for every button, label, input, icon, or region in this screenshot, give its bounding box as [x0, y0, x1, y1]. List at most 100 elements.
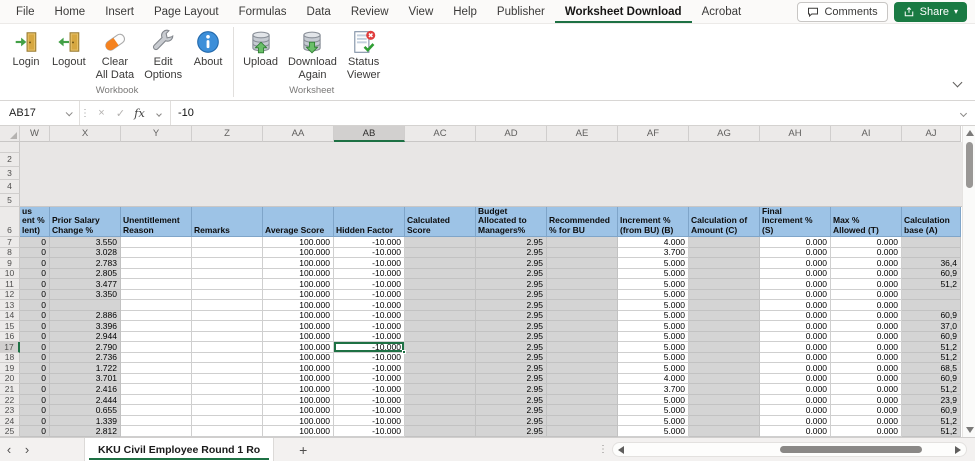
row-header-17[interactable]: 17	[0, 342, 20, 353]
cell-X19[interactable]: 1.722	[50, 363, 121, 374]
cell-W20[interactable]: 0	[20, 374, 50, 385]
tab-page-layout[interactable]: Page Layout	[144, 0, 229, 23]
row-header-24[interactable]: 24	[0, 416, 20, 427]
cell-AJ17[interactable]: 51,2	[902, 342, 961, 353]
cell-AG15[interactable]	[689, 321, 760, 332]
cell-AH12[interactable]: 0.000	[760, 290, 831, 301]
cell-AB10[interactable]: -10.000	[334, 269, 405, 280]
cell-Z7[interactable]	[192, 237, 263, 248]
cell-X25[interactable]: 2.812	[50, 426, 121, 437]
cell-AI12[interactable]: 0.000	[831, 290, 902, 301]
tab-insert[interactable]: Insert	[95, 0, 144, 23]
cell-AC22[interactable]	[405, 395, 476, 406]
cell-AC7[interactable]	[405, 237, 476, 248]
cell-AC13[interactable]	[405, 300, 476, 311]
edit-button[interactable]: Edit Options	[140, 27, 186, 81]
tab-publisher[interactable]: Publisher	[487, 0, 555, 23]
cell-X14[interactable]: 2.886	[50, 311, 121, 322]
previous-sheet-button[interactable]: ‹	[0, 438, 18, 461]
cell-AG17[interactable]	[689, 342, 760, 353]
header-cell-Z[interactable]: Remarks	[192, 207, 263, 237]
cell-Y22[interactable]	[121, 395, 192, 406]
cell-AH9[interactable]: 0.000	[760, 258, 831, 269]
cell-AJ11[interactable]: 51,2	[902, 279, 961, 290]
cell-AB21[interactable]: -10.000	[334, 384, 405, 395]
cell-AA20[interactable]: 100.000	[263, 374, 334, 385]
header-cell-AF[interactable]: Increment % (from BU) (B)	[618, 207, 689, 237]
cell-AE8[interactable]	[547, 248, 618, 259]
logout-button[interactable]: Logout	[48, 27, 90, 69]
cell-AJ15[interactable]: 37,0	[902, 321, 961, 332]
cell-AB20[interactable]: -10.000	[334, 374, 405, 385]
cell-AH25[interactable]: 0.000	[760, 426, 831, 437]
cell-X7[interactable]: 3.550	[50, 237, 121, 248]
column-header-AJ[interactable]: AJ	[902, 126, 961, 142]
cell-W22[interactable]: 0	[20, 395, 50, 406]
cell-Z12[interactable]	[192, 290, 263, 301]
cell-AC16[interactable]	[405, 332, 476, 343]
cell-AD15[interactable]: 2.95	[476, 321, 547, 332]
cell-AH19[interactable]: 0.000	[760, 363, 831, 374]
cell-AB24[interactable]: -10.000	[334, 416, 405, 427]
cell-AD25[interactable]: 2.95	[476, 426, 547, 437]
cell-Y13[interactable]	[121, 300, 192, 311]
cell-Y23[interactable]	[121, 405, 192, 416]
sheetbar-splitter[interactable]: ⋮	[596, 438, 610, 461]
cell-AH17[interactable]: 0.000	[760, 342, 831, 353]
row-header-7[interactable]: 7	[0, 237, 20, 248]
cell-Z19[interactable]	[192, 363, 263, 374]
cell-AJ22[interactable]: 23,9	[902, 395, 961, 406]
cell-AB8[interactable]: -10.000	[334, 248, 405, 259]
cell-Y21[interactable]	[121, 384, 192, 395]
cell-Y12[interactable]	[121, 290, 192, 301]
cell-AE18[interactable]	[547, 353, 618, 364]
row-header-18[interactable]: 18	[0, 353, 20, 364]
vertical-scrollbar[interactable]	[962, 126, 975, 437]
cell-AE23[interactable]	[547, 405, 618, 416]
cell-AD19[interactable]: 2.95	[476, 363, 547, 374]
name-box[interactable]: AB17	[0, 101, 80, 125]
column-header-AF[interactable]: AF	[618, 126, 689, 142]
row-header-14[interactable]: 14	[0, 311, 20, 322]
cell-AB25[interactable]: -10.000	[334, 426, 405, 437]
cell-AI25[interactable]: 0.000	[831, 426, 902, 437]
cell-Z23[interactable]	[192, 405, 263, 416]
cell-AD24[interactable]: 2.95	[476, 416, 547, 427]
column-header-Y[interactable]: Y	[121, 126, 192, 142]
cell-AH13[interactable]: 0.000	[760, 300, 831, 311]
cell-AD7[interactable]: 2.95	[476, 237, 547, 248]
status-button[interactable]: Status Viewer	[343, 27, 384, 81]
cell-Z8[interactable]	[192, 248, 263, 259]
row-header-15[interactable]: 15	[0, 321, 20, 332]
cell-AG25[interactable]	[689, 426, 760, 437]
cell-AD14[interactable]: 2.95	[476, 311, 547, 322]
cell-AE15[interactable]	[547, 321, 618, 332]
cell-Y24[interactable]	[121, 416, 192, 427]
cell-AF20[interactable]: 4.000	[618, 374, 689, 385]
cell-AF7[interactable]: 4.000	[618, 237, 689, 248]
cell-AD17[interactable]: 2.95	[476, 342, 547, 353]
header-cell-AB[interactable]: Hidden Factor	[334, 207, 405, 237]
cell-Z15[interactable]	[192, 321, 263, 332]
cell-AJ23[interactable]: 60,9	[902, 405, 961, 416]
column-header-AI[interactable]: AI	[831, 126, 902, 142]
cell-AE11[interactable]	[547, 279, 618, 290]
cell-Y19[interactable]	[121, 363, 192, 374]
cell-AH10[interactable]: 0.000	[760, 269, 831, 280]
cell-AH21[interactable]: 0.000	[760, 384, 831, 395]
cell-AE13[interactable]	[547, 300, 618, 311]
cell-AB9[interactable]: -10.000	[334, 258, 405, 269]
cell-AA9[interactable]: 100.000	[263, 258, 334, 269]
cell-Z11[interactable]	[192, 279, 263, 290]
cell-AI10[interactable]: 0.000	[831, 269, 902, 280]
sheet-tab-active[interactable]: KKU Civil Employee Round 1 Ro	[84, 438, 274, 461]
cell-AB13[interactable]: -10.000	[334, 300, 405, 311]
header-cell-AA[interactable]: Average Score	[263, 207, 334, 237]
cell-Y17[interactable]	[121, 342, 192, 353]
cell-AF15[interactable]: 5.000	[618, 321, 689, 332]
formula-bar-splitter[interactable]: ⋮	[80, 101, 90, 125]
row-header-16[interactable]: 16	[0, 332, 20, 343]
cell-W12[interactable]: 0	[20, 290, 50, 301]
cell-AA13[interactable]: 100.000	[263, 300, 334, 311]
scroll-up-arrow-icon[interactable]	[966, 130, 974, 136]
